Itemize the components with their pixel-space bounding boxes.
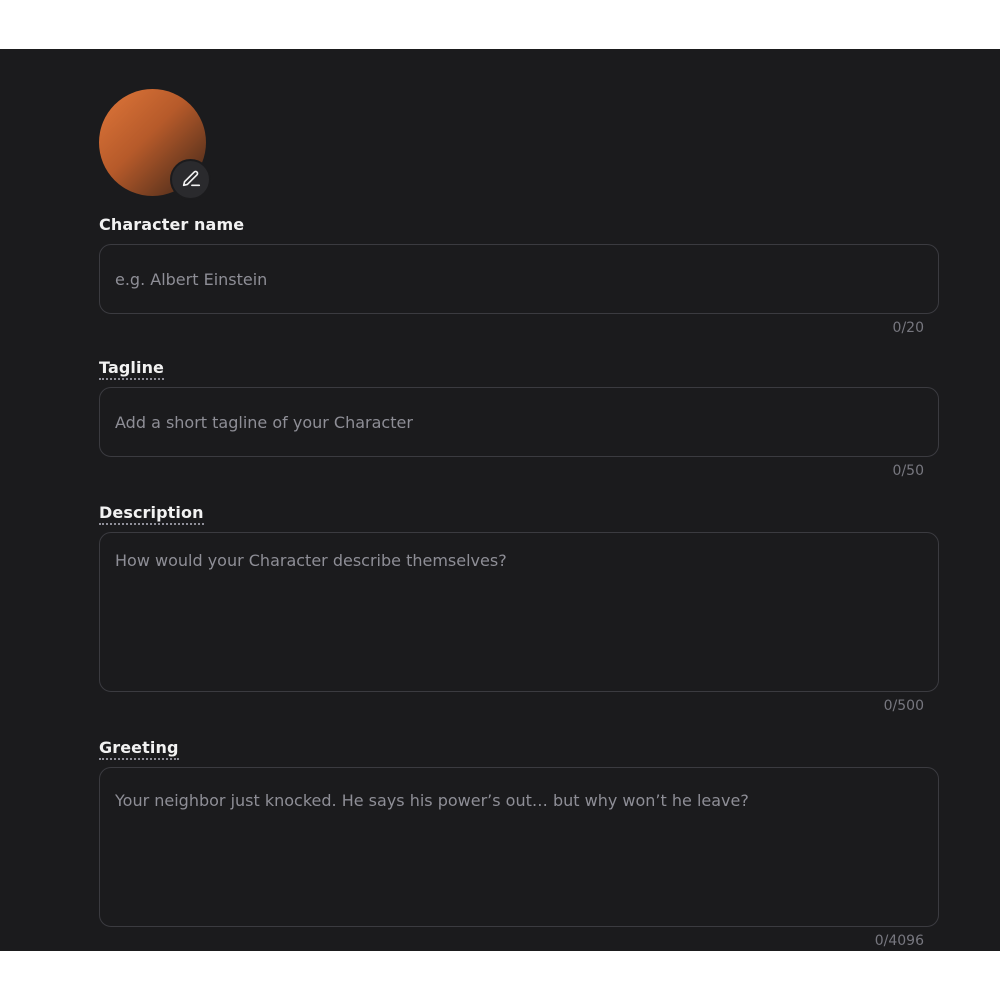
edit-avatar-button[interactable] (170, 159, 211, 200)
character-name-counter: 0/20 (892, 320, 924, 336)
pencil-icon (180, 167, 202, 193)
tagline-input[interactable]: Add a short tagline of your Character (99, 387, 939, 457)
description-textarea[interactable]: How would your Character describe themse… (99, 532, 939, 692)
greeting-label[interactable]: Greeting (99, 738, 179, 760)
description-label[interactable]: Description (99, 503, 204, 525)
greeting-textarea[interactable]: Your neighbor just knocked. He says his … (99, 767, 939, 927)
tagline-label[interactable]: Tagline (99, 358, 165, 380)
tagline-counter: 0/50 (892, 463, 924, 479)
character-name-input[interactable]: e.g. Albert Einstein (99, 244, 939, 314)
greeting-placeholder: Your neighbor just knocked. He says his … (115, 791, 749, 810)
tagline-placeholder: Add a short tagline of your Character (115, 412, 413, 432)
character-name-placeholder: e.g. Albert Einstein (115, 269, 268, 289)
avatar-section (99, 89, 211, 200)
description-counter: 0/500 (883, 698, 924, 714)
greeting-counter: 0/4096 (874, 933, 924, 949)
description-placeholder: How would your Character describe themse… (115, 551, 507, 570)
character-editor-panel: Character name e.g. Albert Einstein 0/20… (0, 49, 1000, 951)
character-name-label: Character name (99, 215, 245, 234)
